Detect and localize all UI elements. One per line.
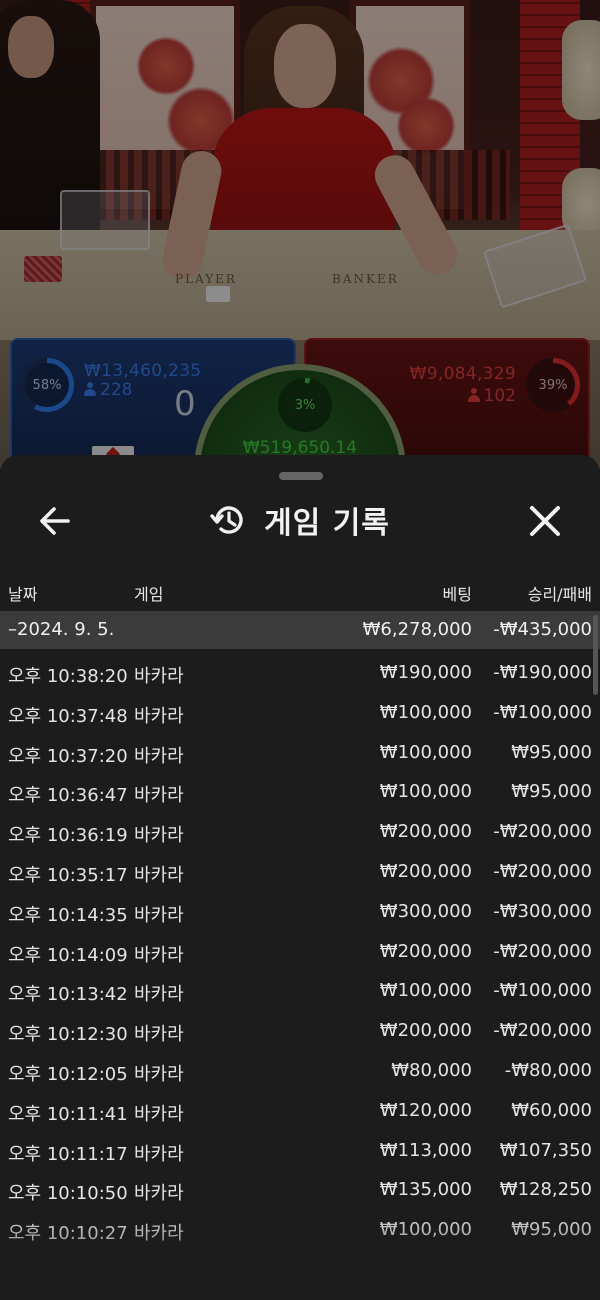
row-time: 오후 10:11:41 [8, 1103, 128, 1125]
row-time: 오후 10:36:19 [8, 825, 128, 847]
row-time: 오후 10:12:30 [8, 1024, 128, 1046]
row-game: 바카라 [134, 745, 184, 767]
table-row[interactable]: 오후 10:13:42 바카라 ₩100,000 -₩100,000 [0, 971, 600, 1011]
row-game: 바카라 [134, 1143, 184, 1165]
row-game: 바카라 [134, 1024, 184, 1046]
row-bet: ₩300,000 [379, 900, 472, 922]
row-time: 오후 10:11:17 [8, 1143, 128, 1165]
summary-date: –2024. 9. 5. [8, 619, 115, 640]
row-bet: ₩135,000 [379, 1179, 472, 1201]
row-game: 바카라 [134, 1103, 184, 1125]
table-row[interactable]: 오후 10:11:41 바카라 ₩120,000 ₩60,000 [0, 1091, 600, 1131]
row-win-loss: -₩200,000 [493, 940, 592, 962]
row-time: 오후 10:14:35 [8, 904, 128, 926]
row-game: 바카라 [134, 1063, 184, 1085]
row-game: 바카라 [134, 825, 184, 847]
row-win-loss: -₩200,000 [493, 860, 592, 882]
table-row[interactable]: 오후 10:12:30 바카라 ₩200,000 -₩200,000 [0, 1011, 600, 1051]
header-game: 게임 [134, 585, 164, 604]
row-time: 오후 10:14:09 [8, 944, 128, 966]
history-icon [210, 506, 243, 534]
row-win-loss: ₩107,350 [499, 1139, 592, 1161]
row-game: 바카라 [134, 904, 184, 926]
summary-bet: ₩6,278,000 [362, 619, 472, 640]
row-bet: ₩200,000 [379, 1020, 472, 1042]
row-game: 바카라 [134, 944, 184, 966]
row-game: 바카라 [134, 666, 184, 687]
row-time: 오후 10:36:47 [8, 785, 128, 807]
row-game: 바카라 [134, 864, 184, 886]
row-time: 오후 10:38:20 [8, 666, 128, 687]
row-bet: ₩200,000 [379, 821, 472, 843]
list-fade [0, 1210, 600, 1300]
row-time: 오후 10:10:50 [8, 1183, 128, 1205]
header-bet: 베팅 [442, 585, 472, 604]
row-win-loss: -₩200,000 [493, 1020, 592, 1042]
row-bet: ₩80,000 [391, 1059, 472, 1081]
row-time: 오후 10:35:17 [8, 864, 128, 886]
game-history-sheet: 게임 기록 날짜 게임 베팅 승리/패배 –2024. 9. 5. ₩6,278… [0, 455, 600, 1300]
date-summary-row[interactable]: –2024. 9. 5. ₩6,278,000 -₩435,000 [0, 611, 600, 649]
header-date: 날짜 [8, 585, 38, 604]
drag-handle[interactable] [279, 472, 323, 480]
row-win-loss: -₩200,000 [493, 821, 592, 843]
close-icon [530, 506, 560, 536]
row-bet: ₩100,000 [379, 741, 472, 763]
table-header: 날짜 게임 베팅 승리/패배 [0, 573, 600, 609]
row-bet: ₩100,000 [379, 980, 472, 1002]
backdrop-dim[interactable] [0, 0, 600, 470]
table-row[interactable]: 오후 10:14:09 바카라 ₩200,000 -₩200,000 [0, 932, 600, 972]
row-win-loss: ₩128,250 [499, 1179, 592, 1201]
table-row[interactable]: 오후 10:38:20 바카라 ₩190,000 -₩190,000 [0, 653, 600, 693]
header-win-loss: 승리/패배 [527, 585, 592, 604]
table-row[interactable]: 오후 10:37:20 바카라 ₩100,000 ₩95,000 [0, 733, 600, 773]
sheet-title: 게임 기록 [264, 506, 390, 541]
summary-win-loss: -₩435,000 [493, 619, 592, 640]
table-row[interactable]: 오후 10:36:19 바카라 ₩200,000 -₩200,000 [0, 812, 600, 852]
table-row[interactable]: 오후 10:12:05 바카라 ₩80,000 -₩80,000 [0, 1051, 600, 1091]
row-win-loss: -₩100,000 [493, 701, 592, 723]
row-game: 바카라 [134, 785, 184, 807]
row-win-loss: ₩60,000 [511, 1099, 592, 1121]
table-row[interactable]: 오후 10:37:48 바카라 ₩100,000 -₩100,000 [0, 693, 600, 733]
table-row[interactable]: 오후 10:10:50 바카라 ₩135,000 ₩128,250 [0, 1170, 600, 1210]
table-row[interactable]: 오후 10:14:35 바카라 ₩300,000 -₩300,000 [0, 892, 600, 932]
row-bet: ₩120,000 [379, 1099, 472, 1121]
row-bet: ₩113,000 [379, 1139, 472, 1161]
table-row[interactable]: 오후 10:11:17 바카라 ₩113,000 ₩107,350 [0, 1131, 600, 1171]
table-row[interactable]: 오후 10:36:47 바카라 ₩100,000 ₩95,000 [0, 772, 600, 812]
row-win-loss: ₩95,000 [511, 741, 592, 763]
row-time: 오후 10:12:05 [8, 1063, 128, 1085]
row-win-loss: -₩100,000 [493, 980, 592, 1002]
row-time: 오후 10:37:20 [8, 745, 128, 767]
row-bet: ₩100,000 [379, 781, 472, 803]
row-game: 바카라 [134, 705, 184, 727]
scrollbar[interactable] [593, 615, 598, 695]
row-win-loss: ₩95,000 [511, 781, 592, 803]
row-bet: ₩200,000 [379, 940, 472, 962]
row-bet: ₩100,000 [379, 701, 472, 723]
history-list[interactable]: 오후 10:38:20 바카라 ₩190,000 -₩190,000 오후 10:37:… [0, 653, 600, 1250]
row-time: 오후 10:37:48 [8, 705, 128, 727]
row-win-loss: -₩80,000 [504, 1059, 592, 1081]
row-bet: ₩200,000 [379, 860, 472, 882]
row-game: 바카라 [134, 1183, 184, 1205]
row-win-loss: -₩190,000 [493, 662, 592, 683]
row-win-loss: -₩300,000 [493, 900, 592, 922]
sheet-header: 게임 기록 [0, 495, 600, 545]
live-video-feed: PLAYER BANKER 58% ₩13,460,235 228 0 39% … [0, 0, 600, 470]
row-time: 오후 10:13:42 [8, 984, 128, 1006]
table-row[interactable]: 오후 10:35:17 바카라 ₩200,000 -₩200,000 [0, 852, 600, 892]
close-button[interactable] [523, 499, 567, 543]
row-game: 바카라 [134, 984, 184, 1006]
row-bet: ₩190,000 [379, 662, 472, 683]
